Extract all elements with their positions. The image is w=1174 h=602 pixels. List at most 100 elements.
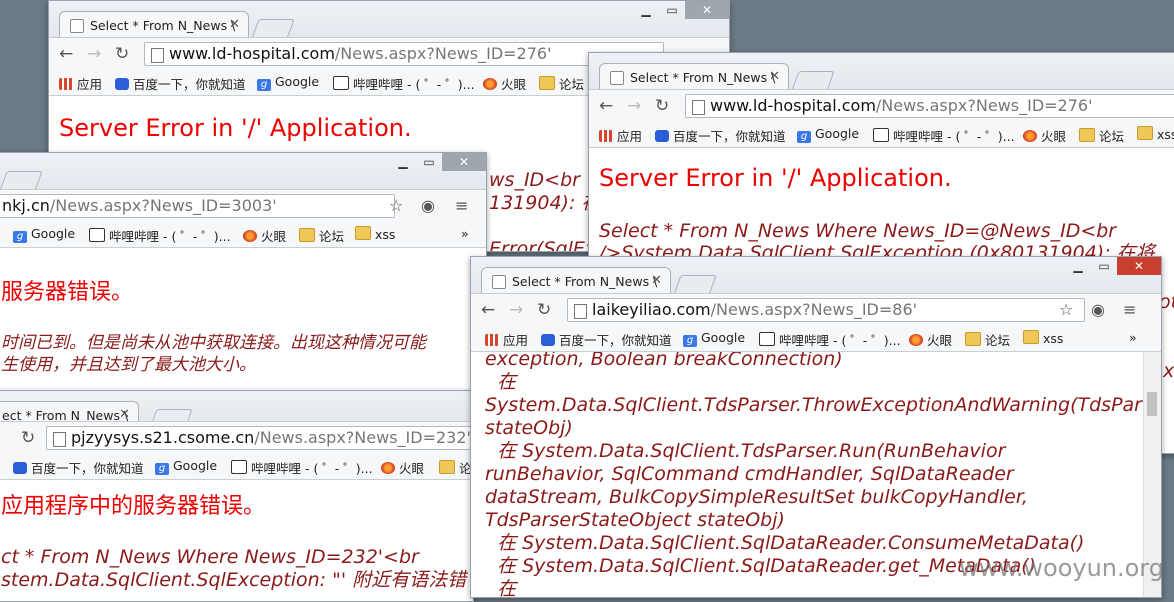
stack-line: System.Data.SqlClient.TdsParser.ThrowExc… — [485, 394, 1142, 416]
new-tab-button[interactable] — [251, 19, 295, 39]
forward-icon[interactable]: → — [509, 300, 523, 320]
bookmark-huoyan[interactable]: 火眼 — [1023, 126, 1066, 145]
google-icon: g — [155, 463, 169, 475]
menu-icon[interactable]: ≡ — [1123, 300, 1136, 319]
bookmark-luntan[interactable]: 论坛 — [299, 226, 344, 245]
reload-icon[interactable]: ↻ — [115, 44, 129, 64]
bookmark-baidu[interactable]: 百度一下，你就知道 — [541, 330, 672, 349]
minimize-button[interactable]: ▁ — [390, 153, 416, 171]
bookmark-bilibili[interactable]: 哔哩哔哩 - ( ゜- ゜)... — [333, 74, 475, 93]
bookmark-xss[interactable]: xss — [355, 226, 395, 242]
google-icon: g — [13, 231, 27, 243]
bookmark-apps[interactable]: 应用 — [59, 74, 102, 93]
bookmark-google[interactable]: g Google — [683, 330, 745, 347]
reload-icon[interactable]: ↻ — [537, 300, 551, 320]
bookmark-luntan[interactable]: 论坛 — [539, 74, 584, 93]
bookmark-huoyan[interactable]: 火眼 — [483, 74, 526, 93]
bookmark-baidu[interactable]: 百度一下，你就知道 — [115, 74, 246, 93]
address-bar[interactable]: laikeyiliao.com/News.aspx?News_ID=86' — [567, 298, 1085, 322]
bookmarks-more[interactable]: » — [1129, 330, 1137, 345]
bookmark-huoyan[interactable]: 火眼 — [909, 330, 952, 349]
back-icon[interactable]: ← — [481, 300, 495, 320]
scrollbar-thumb[interactable] — [1147, 392, 1157, 416]
new-tab-button[interactable] — [673, 275, 717, 295]
bookmark-label: 哔哩哔哩 - ( ゜- ゜)... — [109, 229, 231, 244]
close-window-button[interactable]: ✕ — [685, 1, 729, 19]
bookmark-bilibili[interactable]: 哔哩哔哩 - ( ゜- ゜)... — [89, 226, 231, 245]
close-window-button[interactable]: ✕ — [1117, 257, 1161, 275]
bookmark-baidu[interactable]: 百度一下，你就知道 — [13, 458, 144, 477]
bookmark-luntan[interactable]: 论坛 — [439, 458, 473, 477]
bookmarks-bar: 百度一下，你就知道 g Google 哔哩哔哩 - ( ゜- ゜)... 火眼 论… — [0, 453, 473, 480]
maximize-button[interactable]: ▭ — [1091, 257, 1117, 275]
bookmark-luntan[interactable]: 论坛 — [965, 330, 1010, 349]
bookmark-huoyan[interactable]: 火眼 — [381, 458, 424, 477]
error-line: stem.Data.SqlClient.SqlException: "' 附近有… — [1, 569, 467, 591]
forward-icon[interactable]: → — [627, 96, 641, 116]
tab-close-icon[interactable]: ✕ — [769, 69, 780, 84]
forward-icon[interactable]: → — [87, 44, 101, 64]
url-path: /News.aspx?News_ID=276' — [334, 44, 552, 63]
tab-close-icon[interactable]: ✕ — [119, 407, 130, 422]
error-line: Select * From N_News Where News_ID=@News… — [599, 220, 1117, 242]
bookmark-google[interactable]: g Google — [155, 458, 217, 475]
stack-fragment: 131904): 在 — [489, 192, 601, 214]
address-bar[interactable]: www.ld-hospital.com/News.aspx?News_ID=27… — [685, 94, 1174, 118]
window-controls: ▁ ▭ ✕ — [633, 1, 729, 19]
url-domain: laikeyiliao.com — [592, 300, 711, 319]
tab-title: Select * From N_News \ — [512, 274, 658, 289]
maximize-button[interactable]: ▭ — [416, 153, 442, 171]
url-path: /News.aspx?News_ID=3003' — [49, 196, 277, 215]
bookmark-huoyan[interactable]: 火眼 — [243, 226, 286, 245]
page-icon — [151, 48, 164, 63]
bookmarks-more[interactable]: » — [461, 226, 469, 241]
bookmark-label: 百度一下，你就知道 — [559, 333, 672, 348]
stack-line: TdsParserStateObject stateObj) — [485, 509, 785, 531]
tv-icon — [89, 228, 105, 242]
bookmark-bilibili[interactable]: 哔哩哔哩 - ( ゜- ゜)... — [231, 458, 373, 477]
back-icon[interactable]: ← — [599, 96, 613, 116]
close-window-button[interactable]: ✕ — [442, 153, 486, 171]
tab-active[interactable]: Select * From N_News \ ✕ — [599, 63, 789, 89]
bookmark-label: 火眼 — [399, 461, 425, 476]
new-tab-button[interactable] — [791, 71, 835, 91]
bookmark-label: xss — [375, 227, 396, 242]
bookmark-luntan[interactable]: 论坛 — [1079, 126, 1124, 145]
folder-icon — [1023, 330, 1039, 344]
bookmark-baidu[interactable]: 百度一下，你就知道 — [655, 126, 786, 145]
reload-icon[interactable]: ↻ — [21, 428, 35, 448]
maximize-button[interactable]: ▭ — [659, 1, 685, 19]
tv-icon — [873, 128, 889, 142]
error-line: 生使用，并且达到了最大池大小。 — [1, 355, 256, 375]
new-tab-button[interactable] — [0, 171, 43, 191]
bookmark-apps[interactable]: 应用 — [485, 330, 528, 349]
bookmark-google[interactable]: g Google — [13, 226, 75, 243]
extension-icon[interactable]: ◉ — [421, 196, 435, 215]
bookmark-bilibili[interactable]: 哔哩哔哩 - ( ゜- ゜)... — [873, 126, 1015, 145]
bookmark-google[interactable]: g Google — [797, 126, 859, 143]
bookmark-apps[interactable]: 应用 — [599, 126, 642, 145]
tab-active[interactable]: Select * From N_News \ ✕ — [59, 11, 249, 37]
bookmark-xss[interactable]: xss — [1137, 126, 1174, 142]
minimize-button[interactable]: ▁ — [1065, 257, 1091, 275]
bookmark-label: 应用 — [617, 129, 643, 144]
reload-icon[interactable]: ↻ — [655, 96, 669, 116]
baidu-paw-icon — [115, 78, 129, 90]
star-icon[interactable]: ☆ — [1059, 300, 1073, 319]
tab-close-icon[interactable]: ✕ — [651, 273, 662, 288]
address-bar[interactable]: www.ld-hospital.com/News.aspx?News_ID=27… — [144, 42, 664, 66]
tab-close-icon[interactable]: ✕ — [229, 17, 240, 32]
star-icon[interactable]: ☆ — [389, 196, 403, 215]
address-bar[interactable]: nkj.cn/News.aspx?News_ID=3003' — [0, 194, 395, 218]
bookmark-xss[interactable]: xss — [1023, 330, 1063, 346]
tab-active[interactable]: Select * From N_News \ ✕ — [481, 267, 671, 293]
minimize-button[interactable]: ▁ — [633, 1, 659, 19]
error-line: 时间已到。但是尚未从池中获取连接。出现这种情况可能 — [1, 333, 426, 353]
menu-icon[interactable]: ≡ — [455, 196, 468, 215]
bookmark-google[interactable]: g Google — [257, 74, 319, 91]
bookmark-bilibili[interactable]: 哔哩哔哩 - ( ゜- ゜)... — [759, 330, 901, 349]
extension-icon[interactable]: ◉ — [1091, 300, 1105, 319]
back-icon[interactable]: ← — [59, 44, 73, 64]
error-line: ct * From N_News Where News_ID=232'<br — [1, 546, 419, 568]
address-bar[interactable]: pjzyysys.s21.csome.cn/News.aspx?News_ID=… — [46, 426, 473, 450]
